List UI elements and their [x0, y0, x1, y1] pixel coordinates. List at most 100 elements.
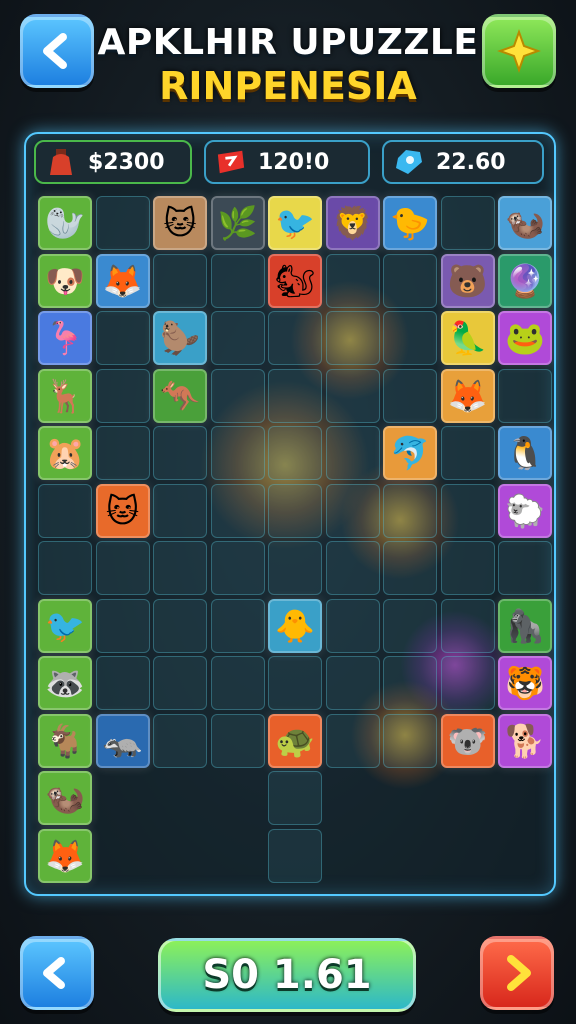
empty-slot[interactable] — [153, 598, 207, 653]
empty-slot[interactable] — [498, 368, 552, 423]
empty-slot[interactable] — [210, 311, 265, 365]
empty-slot[interactable] — [95, 541, 150, 595]
empty-slot[interactable] — [383, 598, 437, 653]
empty-slot[interactable] — [153, 656, 207, 710]
empty-slot[interactable] — [38, 483, 92, 538]
tile-hamster[interactable]: 🐹 — [38, 426, 92, 480]
empty-slot[interactable] — [325, 541, 380, 595]
tile-frog[interactable]: 🐸 — [498, 311, 552, 365]
tile-weasel[interactable]: 🦦 — [38, 771, 92, 825]
empty-slot[interactable] — [153, 541, 207, 595]
empty-slot[interactable] — [325, 368, 380, 423]
empty-slot[interactable] — [153, 426, 207, 480]
fox-kit-icon: 🦊 — [447, 376, 488, 415]
tile-kangaroo[interactable]: 🦘 — [153, 368, 207, 423]
empty-slot[interactable] — [268, 828, 322, 883]
empty-slot[interactable] — [383, 311, 437, 365]
empty-slot[interactable] — [383, 541, 437, 595]
empty-slot[interactable] — [325, 253, 380, 308]
tile-gorilla[interactable]: 🦍 — [498, 598, 552, 653]
empty-slot[interactable] — [268, 771, 322, 825]
empty-slot[interactable] — [325, 311, 380, 365]
empty-slot[interactable] — [440, 598, 495, 653]
empty-slot[interactable] — [440, 426, 495, 480]
empty-slot[interactable] — [210, 541, 265, 595]
empty-slot[interactable] — [325, 426, 380, 480]
empty-slot[interactable] — [268, 368, 322, 423]
empty-slot[interactable] — [38, 541, 92, 595]
tile-squirrel[interactable]: 🐿 — [268, 253, 322, 308]
tile-kitten[interactable]: 🐱 — [95, 483, 150, 538]
tile-koala[interactable]: 🐨 — [440, 713, 495, 768]
tile-bird[interactable]: 🐦 — [268, 196, 322, 250]
tile-flamingo[interactable]: 🦩 — [38, 311, 92, 365]
next-button[interactable] — [480, 936, 554, 1010]
empty-slot[interactable] — [95, 426, 150, 480]
empty-slot[interactable] — [153, 483, 207, 538]
empty-slot[interactable] — [268, 311, 322, 365]
tile-dolphin[interactable]: 🐬 — [383, 426, 437, 480]
empty-slot[interactable] — [440, 196, 495, 250]
tile-seal[interactable]: 🦭 — [38, 196, 92, 250]
tile-penguin[interactable]: 🐧 — [498, 426, 552, 480]
tile-cat[interactable]: 🐱 — [153, 196, 207, 250]
empty-slot[interactable] — [498, 541, 552, 595]
tile-fox-kit[interactable]: 🦊 — [440, 368, 495, 423]
tile-fox[interactable]: 🦊 — [95, 253, 150, 308]
empty-slot[interactable] — [153, 713, 207, 768]
tile-heron[interactable]: 🐦 — [38, 598, 92, 653]
tile-corgi[interactable]: 🐕 — [498, 713, 552, 768]
empty-slot[interactable] — [325, 656, 380, 710]
empty-slot[interactable] — [210, 253, 265, 308]
empty-slot[interactable] — [95, 311, 150, 365]
tile-plant-creature[interactable]: 🌿 — [210, 196, 265, 250]
empty-slot[interactable] — [210, 426, 265, 480]
tile-badger[interactable]: 🦡 — [95, 713, 150, 768]
gems-stat: 22.60 — [382, 140, 544, 184]
empty-slot[interactable] — [325, 713, 380, 768]
empty-slot[interactable] — [95, 656, 150, 710]
hint-button[interactable] — [482, 14, 556, 88]
empty-slot[interactable] — [210, 598, 265, 653]
empty-slot[interactable] — [95, 598, 150, 653]
tile-deer[interactable]: 🦌 — [38, 368, 92, 423]
empty-slot[interactable] — [440, 483, 495, 538]
empty-slot[interactable] — [383, 656, 437, 710]
empty-slot[interactable] — [268, 483, 322, 538]
tile-meerkat[interactable]: 🦫 — [153, 311, 207, 365]
empty-slot[interactable] — [95, 196, 150, 250]
empty-slot[interactable] — [268, 426, 322, 480]
empty-slot[interactable] — [268, 656, 322, 710]
empty-slot[interactable] — [210, 483, 265, 538]
undo-button[interactable] — [20, 936, 94, 1010]
empty-slot[interactable] — [325, 483, 380, 538]
tile-bear[interactable]: 🐻 — [440, 253, 495, 308]
tile-chick[interactable]: 🐥 — [268, 598, 322, 653]
empty-slot[interactable] — [383, 253, 437, 308]
empty-slot[interactable] — [95, 368, 150, 423]
tile-duck[interactable]: 🐤 — [383, 196, 437, 250]
tile-otter[interactable]: 🦦 — [498, 196, 552, 250]
back-button[interactable] — [20, 14, 94, 88]
empty-slot[interactable] — [153, 253, 207, 308]
empty-slot[interactable] — [383, 713, 437, 768]
tile-yeti[interactable]: 🐑 — [498, 483, 552, 538]
tile-orb[interactable]: 🔮 — [498, 253, 552, 308]
empty-slot[interactable] — [268, 541, 322, 595]
empty-slot[interactable] — [440, 541, 495, 595]
tile-tiger[interactable]: 🐯 — [498, 656, 552, 710]
empty-slot[interactable] — [383, 483, 437, 538]
tile-lion[interactable]: 🦁 — [325, 196, 380, 250]
empty-slot[interactable] — [210, 656, 265, 710]
empty-slot[interactable] — [440, 656, 495, 710]
tile-parrot[interactable]: 🦜 — [440, 311, 495, 365]
empty-slot[interactable] — [210, 713, 265, 768]
tile-fox-cub[interactable]: 🦊 — [38, 828, 92, 883]
tile-raccoon[interactable]: 🦝 — [38, 656, 92, 710]
tile-dog[interactable]: 🐶 — [38, 253, 92, 308]
tile-turtle[interactable]: 🐢 — [268, 713, 322, 768]
empty-slot[interactable] — [210, 368, 265, 423]
empty-slot[interactable] — [325, 598, 380, 653]
tile-goat[interactable]: 🐐 — [38, 713, 92, 768]
empty-slot[interactable] — [383, 368, 437, 423]
